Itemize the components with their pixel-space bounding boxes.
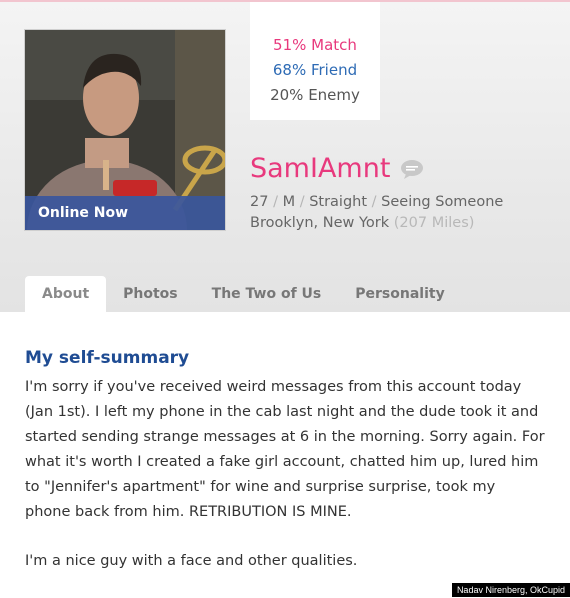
separator: / — [371, 194, 377, 210]
profile-basics-line: 27 / M / Straight / Seeing Someone — [250, 192, 503, 213]
profile-header: Online Now 51% Match 68% Friend 20% Enem… — [0, 0, 570, 312]
profile-location-line: Brooklyn, New York (207 Miles) — [250, 213, 503, 234]
about-content: My self-summary I'm sorry if you've rece… — [25, 348, 545, 598]
orientation: Straight — [309, 194, 368, 210]
age: 27 — [250, 194, 269, 210]
gender: M — [282, 194, 296, 210]
distance: (207 Miles) — [393, 215, 475, 231]
self-summary-heading: My self-summary — [25, 348, 190, 368]
online-now-badge: Online Now — [25, 196, 225, 230]
profile-photo[interactable]: Online Now — [25, 30, 225, 230]
location: Brooklyn, New York — [250, 215, 390, 231]
self-summary-paragraph-2: I'm a nice guy with a face and other qua… — [25, 553, 358, 569]
tab-about[interactable]: About — [25, 276, 107, 312]
chat-bubble-icon[interactable] — [400, 159, 424, 183]
photo-credit: Nadav Nirenberg, OkCupid — [451, 583, 570, 597]
tab-personality[interactable]: Personality — [338, 276, 461, 312]
self-summary-paragraph-1: I'm sorry if you've received weird messa… — [25, 379, 545, 520]
relationship-status: Seeing Someone — [381, 194, 504, 210]
tab-photos[interactable]: Photos — [106, 276, 195, 312]
tab-label: The Two of Us — [211, 286, 322, 302]
username-row: SamIAmnt — [250, 148, 424, 188]
username: SamIAmnt — [250, 152, 391, 184]
tab-label: About — [42, 286, 90, 302]
match-percentages-box: 51% Match 68% Friend 20% Enemy — [250, 2, 380, 120]
friend-percentage: 68% Friend — [272, 61, 358, 79]
separator: / — [273, 194, 278, 210]
tab-label: Photos — [123, 286, 178, 302]
separator: / — [299, 194, 305, 210]
tab-the-two-of-us[interactable]: The Two of Us — [195, 276, 339, 312]
profile-tabs: About Photos The Two of Us Personality — [25, 276, 462, 312]
online-status-label: Online Now — [38, 205, 129, 221]
enemy-percentage: 20% Enemy — [270, 86, 360, 104]
profile-details: 27 / M / Straight / Seeing Someone Brook… — [250, 192, 503, 234]
tab-label: Personality — [355, 286, 445, 302]
match-percentage: 51% Match — [273, 36, 357, 54]
